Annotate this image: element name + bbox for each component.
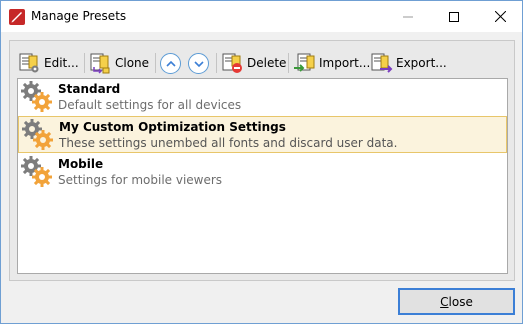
export-label: Export...: [396, 56, 447, 70]
edit-label: Edit...: [44, 56, 79, 70]
clone-label: Clone: [115, 56, 150, 70]
export-button[interactable]: Export...: [371, 51, 447, 75]
title-bar: Manage Presets: [1, 1, 522, 32]
app-logo-icon: [9, 9, 25, 25]
preset-description: Settings for mobile viewers: [58, 173, 223, 187]
edit-icon: [19, 53, 39, 73]
close-button[interactable]: Close: [398, 288, 515, 315]
gears-icon: [21, 81, 52, 112]
chevron-up-icon: [165, 60, 176, 67]
move-down-button[interactable]: [188, 53, 209, 74]
preset-name: Standard: [58, 82, 121, 96]
import-button[interactable]: Import...: [294, 51, 370, 75]
close-button-label: Close: [440, 294, 473, 309]
delete-icon: [222, 53, 242, 73]
list-item[interactable]: Mobile Settings for mobile viewers: [18, 154, 507, 191]
toolbar-separator: [84, 53, 85, 73]
preset-name: Mobile: [58, 157, 104, 171]
gears-icon: [22, 119, 53, 150]
presets-list[interactable]: Standard Default settings for all device…: [17, 78, 508, 274]
import-icon: [294, 53, 315, 72]
close-icon: [494, 11, 506, 22]
presets-toolbar: Edit... Clone Delete Import... Export...: [10, 41, 514, 81]
presets-panel: Edit... Clone Delete Import... Export...…: [9, 40, 515, 281]
minimize-icon: [403, 16, 413, 17]
clone-icon: [90, 53, 110, 74]
manage-presets-dialog: Manage Presets Edit... Clone Delete Impo…: [0, 0, 523, 324]
list-item[interactable]: Standard Default settings for all device…: [18, 79, 507, 116]
edit-button[interactable]: Edit...: [19, 51, 79, 75]
gears-icon: [21, 156, 52, 187]
preset-name: My Custom Optimization Settings: [59, 120, 286, 134]
import-label: Import...: [319, 56, 371, 70]
list-item-selected[interactable]: My Custom Optimization Settings These se…: [18, 116, 507, 153]
toolbar-separator: [216, 53, 217, 73]
toolbar-separator: [155, 53, 156, 73]
preset-description: These settings unembed all fonts and dis…: [59, 136, 398, 150]
clone-button[interactable]: Clone: [90, 51, 149, 75]
export-icon: [371, 53, 393, 73]
toolbar-separator: [288, 53, 289, 73]
window-title: Manage Presets: [31, 9, 127, 23]
close-window-button[interactable]: [477, 1, 523, 32]
maximize-icon: [449, 11, 459, 22]
delete-label: Delete: [247, 56, 287, 70]
delete-button[interactable]: Delete: [222, 51, 286, 75]
preset-description: Default settings for all devices: [58, 98, 242, 112]
move-up-button[interactable]: [160, 53, 181, 74]
minimize-button[interactable]: [385, 1, 431, 32]
chevron-down-icon: [193, 60, 204, 67]
maximize-button[interactable]: [431, 1, 477, 32]
